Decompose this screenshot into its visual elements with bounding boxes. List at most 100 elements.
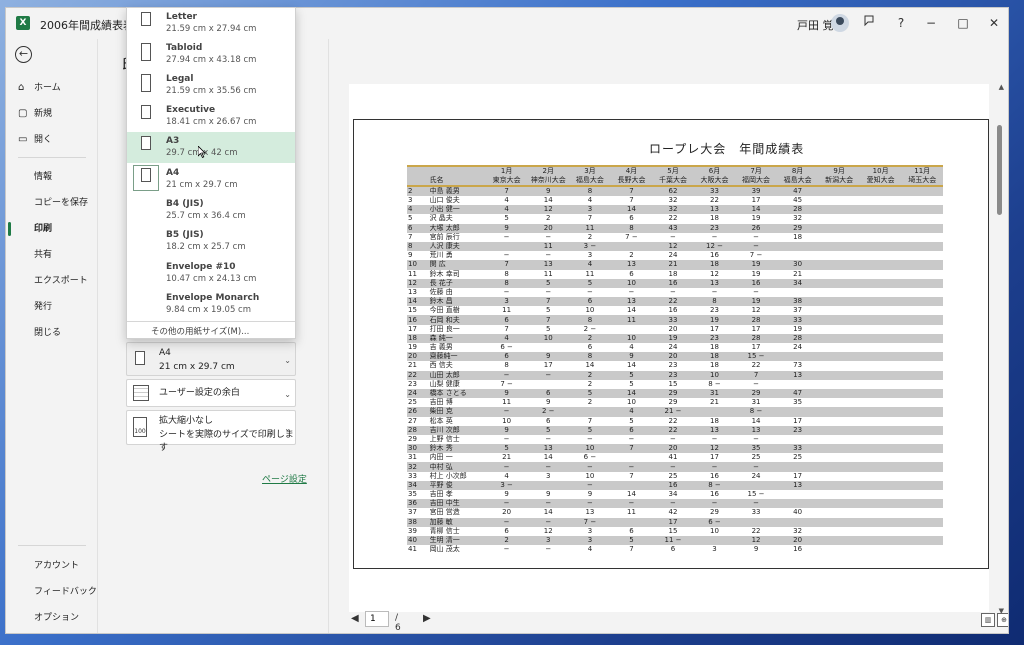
table-row: 16 石岡 和夫 6 7 8 11 33 19 28 33 — [407, 315, 943, 325]
table-cell — [818, 196, 860, 205]
table-cell: 22 — [751, 526, 761, 535]
table-cell: 9 — [546, 490, 551, 499]
table-row: 41 岡山 茂太 − − 4 7 6 3 9 16 — [407, 545, 943, 554]
sidebar-item-options[interactable]: オプション — [6, 607, 98, 629]
minimize-button[interactable]: − — [920, 13, 942, 33]
paper-option-letter[interactable]: Letter 21.59 cm x 27.94 cm — [127, 8, 295, 39]
sidebar-divider — [18, 157, 86, 158]
table-cell: 9 — [753, 545, 759, 554]
table-cell: 39 — [735, 186, 777, 196]
table-cell: 10 — [527, 333, 570, 343]
table-cell: 17 — [751, 196, 761, 205]
sidebar-item-label: 新規 — [34, 109, 53, 119]
table-cell: 20 — [668, 324, 678, 333]
table-cell: 6 — [629, 526, 634, 535]
paper-option-executive[interactable]: Executive 18.41 cm x 26.67 cm — [127, 101, 295, 132]
more-paper-sizes-link[interactable]: その他の用紙サイズ(M)... — [151, 325, 249, 337]
sidebar-item-account[interactable]: アカウント — [6, 555, 98, 577]
vertical-scrollbar-thumb[interactable] — [997, 125, 1002, 215]
paper-option-legal[interactable]: Legal 21.59 cm x 35.56 cm — [127, 70, 295, 101]
sidebar-item-print[interactable]: 印刷 — [6, 218, 98, 240]
table-cell: 18 — [710, 214, 719, 223]
table-row: 10 関 広 7 13 4 13 21 18 19 30 — [407, 260, 943, 270]
table-cell: 34 — [668, 490, 678, 499]
table-cell — [776, 407, 819, 417]
table-cell: − — [586, 287, 593, 296]
scroll-up-icon[interactable]: ▲ — [999, 83, 1004, 91]
next-page-icon[interactable]: ▶ — [423, 613, 431, 624]
table-cell: 10 — [585, 471, 595, 480]
table-cell: 32 — [793, 214, 803, 223]
table-cell: 7 − — [625, 232, 638, 241]
back-arrow-icon[interactable]: ← — [15, 46, 32, 63]
table-cell — [901, 417, 943, 426]
table-header-cell: 愛知大会 — [859, 176, 902, 187]
paper-option-tabloid[interactable]: Tabloid 27.94 cm x 43.18 cm — [127, 39, 295, 70]
table-cell — [776, 517, 819, 527]
scaling-select[interactable]: 100 拡大縮小なし シートを実際のサイズで印刷します ⌄ — [126, 410, 296, 453]
table-cell: 2 — [587, 379, 593, 388]
close-button[interactable]: ✕ — [983, 13, 1005, 33]
table-body: 2 中島 義男 7 9 8 7 62 33 39 47 3 山口 俊夫 4 14 4 7 32 22 17 45 4 小出… — [407, 186, 943, 554]
table-cell: 7 — [527, 315, 570, 325]
maximize-button[interactable]: □ — [952, 13, 974, 33]
sidebar-item-label: ホーム — [34, 83, 61, 93]
table-cell: 7 — [485, 186, 528, 196]
help-button[interactable]: ? — [890, 13, 912, 33]
table-cell: 21 — [710, 398, 719, 407]
sidebar-item-home[interactable]: ⌂ ホーム — [6, 77, 98, 99]
table-row: 4 小出 健一 4 12 3 14 32 13 14 28 — [407, 205, 943, 215]
page-icon — [141, 74, 151, 92]
paper-option-a4[interactable]: A4 21 cm x 29.7 cm — [127, 164, 295, 195]
table-header-cell: 大阪大会 — [693, 176, 736, 187]
table-cell: − — [735, 462, 777, 472]
table-cell — [777, 380, 819, 389]
previous-page-icon[interactable]: ◀ — [351, 613, 359, 624]
table-cell: 14 — [735, 205, 777, 215]
feedback-icon[interactable] — [858, 13, 880, 33]
sidebar-item-save-copy[interactable]: コピーを保存 — [6, 192, 98, 214]
table-cell: 5 — [610, 370, 653, 380]
paper-option-envelope-monarch[interactable]: Envelope Monarch 9.84 cm x 19.05 cm — [127, 289, 295, 320]
table-cell: 12 — [407, 278, 429, 288]
paper-option-b5-jis[interactable]: B5 (JIS) 18.2 cm x 25.7 cm — [127, 226, 295, 257]
table-cell: 10 — [710, 526, 719, 535]
sidebar-item-open[interactable]: ▭ 開く — [6, 129, 98, 151]
sidebar-item-close[interactable]: 閉じる — [6, 322, 98, 344]
sidebar-item-share[interactable]: 共有 — [6, 244, 98, 266]
table-cell: 16 — [710, 471, 719, 480]
table-header-cell: 埼玉大会 — [901, 176, 943, 187]
table-cell: 9 — [587, 490, 593, 499]
paper-option-a3[interactable]: A3 29.7 cm x 42 cm — [127, 132, 295, 163]
table-cell: 22 — [407, 370, 429, 380]
table-cell: 6 — [485, 315, 528, 325]
page-setup-link[interactable]: ページ設定 — [262, 472, 307, 485]
sidebar-item-info[interactable]: 情報 — [6, 166, 98, 188]
page-number-input[interactable] — [365, 611, 389, 627]
sidebar-item-feedback[interactable]: フィードバック — [6, 581, 98, 603]
zoom-to-page-icon[interactable]: ⊕ — [997, 613, 1008, 627]
table-cell: 6 — [610, 425, 653, 435]
avatar[interactable] — [831, 14, 849, 32]
table-cell — [859, 370, 902, 380]
table-cell: 33 — [408, 471, 417, 480]
sidebar-item-export[interactable]: エクスポート — [6, 270, 98, 292]
user-name[interactable]: 戸田 覚 — [797, 17, 834, 33]
sidebar-item-publish[interactable]: 発行 — [6, 296, 98, 318]
table-cell: 13 — [776, 480, 819, 490]
table-cell: 8 — [504, 269, 509, 278]
table-cell: 2 — [546, 214, 551, 223]
show-margins-icon[interactable]: ▥ — [981, 613, 995, 627]
page-icon — [135, 351, 145, 365]
table-cell: 7 — [735, 370, 777, 380]
paper-size-select[interactable]: A4 21 cm x 29.7 cm ⌄ — [126, 342, 296, 376]
table-cell: 35 — [735, 444, 777, 454]
table-cell — [777, 490, 819, 499]
table-header-cell: 氏名 — [428, 176, 486, 187]
sidebar-item-new[interactable]: ▢ 新規 — [6, 103, 98, 125]
table-cell — [901, 380, 943, 389]
table-cell — [818, 480, 860, 490]
paper-option-b4-jis[interactable]: B4 (JIS) 25.7 cm x 36.4 cm — [127, 195, 295, 226]
margins-select[interactable]: ユーザー設定の余白 ⌄ — [126, 379, 296, 407]
paper-option-envelope-10[interactable]: Envelope #10 10.47 cm x 24.13 cm — [127, 258, 295, 289]
